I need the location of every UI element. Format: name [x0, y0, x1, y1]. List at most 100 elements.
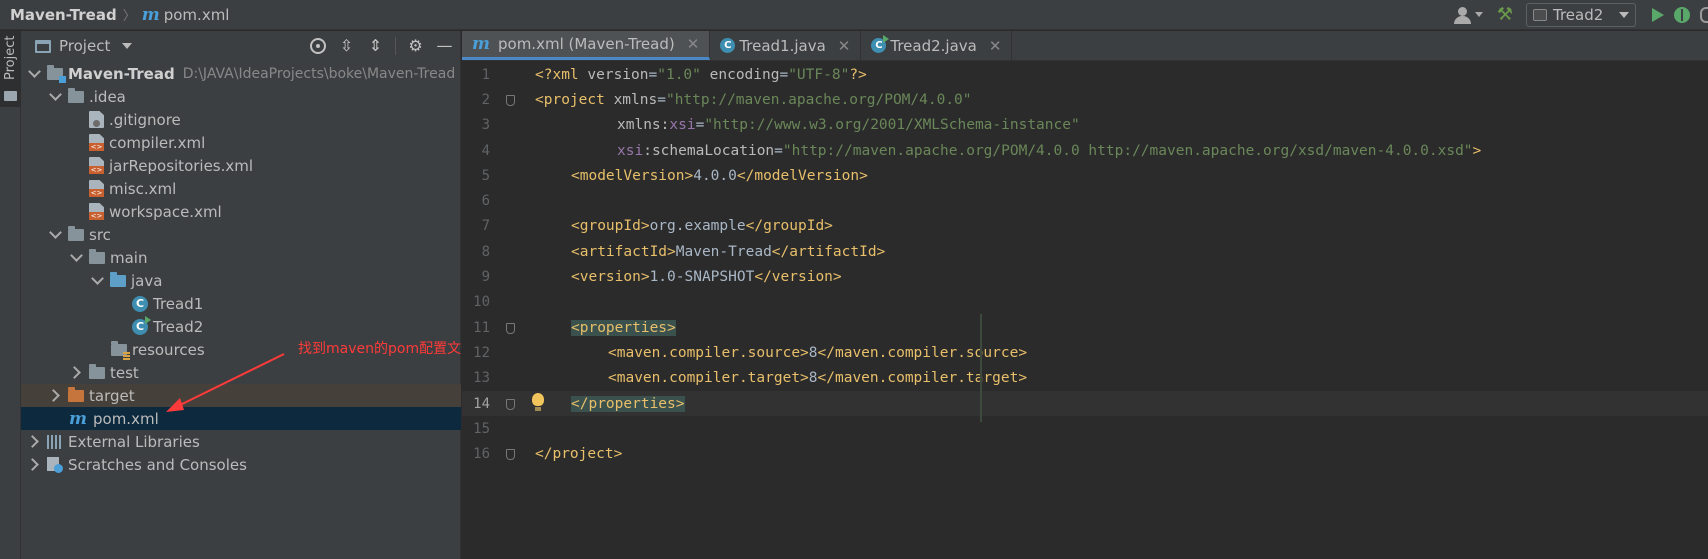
debug-icon[interactable]	[1674, 7, 1690, 23]
locate-file-icon[interactable]	[308, 36, 327, 55]
project-view-title[interactable]: Project	[59, 37, 110, 55]
project-tool-window-label[interactable]: Project	[3, 36, 18, 80]
line-number: 6	[481, 193, 490, 210]
fold-icon[interactable]	[506, 95, 515, 107]
run-icon[interactable]	[1652, 8, 1664, 22]
annotation-text: 找到maven的pom配置文件	[298, 341, 476, 357]
equals: =	[648, 66, 658, 83]
source-folder-icon	[110, 271, 126, 287]
attr-name: xmlns	[613, 91, 658, 108]
attr-value: "UTF-8"	[788, 66, 850, 83]
close-icon[interactable]: ✕	[838, 37, 851, 55]
tree-item-compiler-xml[interactable]: compiler.xml	[21, 131, 461, 154]
colon: :	[660, 117, 670, 134]
expand-all-icon[interactable]: ⇳	[337, 36, 356, 55]
code-line-current[interactable]: 14 </properties>	[462, 390, 1708, 417]
chevron-right-icon[interactable]	[48, 389, 62, 403]
tree-item-workspace-xml[interactable]: workspace.xml	[21, 200, 461, 223]
line-number: 2	[481, 91, 490, 108]
gutter	[490, 441, 535, 466]
chevron-right-icon[interactable]	[27, 435, 41, 449]
code-line[interactable]: 13 <maven.compiler.target> 8 </maven.compi…	[462, 366, 1708, 391]
tag: </artifactId>	[771, 243, 886, 260]
code-line[interactable]: 4 xsi: schemaLocation = "http://maven.apach…	[462, 138, 1708, 163]
fold-icon[interactable]	[506, 398, 515, 410]
gutter	[490, 290, 535, 315]
gutter	[490, 87, 535, 112]
fold-icon[interactable]	[506, 449, 515, 461]
user-icon[interactable]	[1454, 5, 1484, 25]
code-line[interactable]: 9 <version> 1.0-SNAPSHOT </version>	[462, 264, 1708, 289]
close-icon[interactable]: ✕	[687, 35, 700, 53]
tag: </groupId>	[745, 218, 833, 235]
lightbulb-icon[interactable]	[532, 392, 544, 411]
tag-text: 4.0.0	[693, 167, 737, 184]
tree-item-tread2[interactable]: C Tread2	[21, 315, 461, 338]
gutter	[490, 188, 535, 213]
tree-item-external-libraries[interactable]: External Libraries	[21, 430, 461, 453]
tree-item-tread1[interactable]: C Tread1	[21, 292, 461, 315]
collapse-all-icon[interactable]: ⇕	[366, 36, 385, 55]
gear-icon[interactable]: ⚙	[406, 36, 425, 55]
equals: =	[779, 66, 789, 83]
gutter	[490, 113, 535, 138]
java-class-icon: C	[720, 38, 736, 53]
chevron-down-icon[interactable]	[90, 274, 104, 288]
tree-item-java[interactable]: java	[21, 269, 461, 292]
chevron-right-icon[interactable]	[69, 366, 83, 380]
tree-item-project-root[interactable]: Maven-Tread D:\JAVA\IdeaProjects\boke\Ma…	[21, 62, 461, 85]
code-line[interactable]: 6	[462, 188, 1708, 213]
chevron-down-icon	[1475, 12, 1483, 17]
fold-icon[interactable]	[506, 322, 515, 334]
build-hammer-icon[interactable]: ⚒	[1494, 4, 1516, 26]
gutter	[490, 315, 535, 340]
tree-item-label: Tread1	[153, 294, 204, 313]
chevron-down-icon[interactable]	[69, 251, 83, 265]
code-line[interactable]: 11 <properties>	[462, 315, 1708, 340]
tag: </modelVersion>	[736, 167, 868, 184]
code-line[interactable]: 12 <maven.compiler.source> 8 </maven.compi…	[462, 340, 1708, 365]
chevron-down-icon[interactable]	[48, 90, 62, 104]
code-line[interactable]: 16 </project>	[462, 441, 1708, 466]
tree-item-label: java	[131, 271, 163, 290]
tree-item-label: workspace.xml	[109, 202, 222, 221]
breadcrumb-project[interactable]: Maven-Tread	[10, 6, 117, 24]
close-icon[interactable]: ✕	[989, 37, 1002, 55]
code-line[interactable]: 15	[462, 416, 1708, 441]
xml-file-icon	[89, 180, 104, 197]
run-configuration-select[interactable]: Tread2	[1526, 3, 1636, 27]
tree-item-label: .idea	[89, 87, 126, 106]
chevron-down-icon[interactable]	[27, 67, 41, 81]
line-number: 8	[481, 243, 490, 260]
code-line[interactable]: 2 <project xmlns = "http://maven.apache.or…	[462, 87, 1708, 112]
tree-item-misc-xml[interactable]: misc.xml	[21, 177, 461, 200]
coverage-icon[interactable]	[1700, 7, 1708, 23]
hide-icon[interactable]: —	[435, 36, 454, 55]
code-editor[interactable]: 1 <?xml version = "1.0" encoding = "UTF-8" ?>…	[462, 62, 1708, 467]
chevron-right-icon[interactable]	[27, 458, 41, 472]
folder-icon	[4, 91, 17, 101]
tab-tread2-java[interactable]: C Tread2.java ✕	[861, 31, 1013, 60]
tree-item-src[interactable]: src	[21, 223, 461, 246]
runnable-class-icon: C	[871, 35, 890, 53]
code-line[interactable]: 1 <?xml version = "1.0" encoding = "UTF-8" ?>	[462, 62, 1708, 87]
matched-tag: <properties>	[571, 319, 676, 336]
code-line[interactable]: 7 <groupId> org.example </groupId>	[462, 214, 1708, 239]
tree-item-idea[interactable]: .idea	[21, 85, 461, 108]
chevron-down-icon[interactable]	[48, 228, 62, 242]
tree-item-scratches[interactable]: Scratches and Consoles	[21, 453, 461, 476]
tree-item-main[interactable]: main	[21, 246, 461, 269]
tab-pom-xml[interactable]: m pom.xml (Maven-Tread) ✕	[462, 31, 711, 60]
editor-area: m pom.xml (Maven-Tread) ✕ C Tread1.java …	[462, 31, 1708, 559]
breadcrumb-file[interactable]: pom.xml	[164, 6, 230, 24]
code-line[interactable]: 5 <modelVersion> 4.0.0 </modelVersion>	[462, 163, 1708, 188]
tree-item-gitignore[interactable]: .gitignore	[21, 108, 461, 131]
chevron-down-icon[interactable]	[122, 43, 133, 49]
attr-value: "http://maven.apache.org/POM/4.0.0 http:…	[782, 142, 1473, 159]
tab-tread1-java[interactable]: C Tread1.java ✕	[710, 31, 862, 60]
code-line[interactable]: 10	[462, 290, 1708, 315]
code-line[interactable]: 8 <artifactId> Maven-Tread </artifactId>	[462, 239, 1708, 264]
project-panel-header: Project ⇳ ⇕ ⚙ —	[21, 31, 460, 61]
code-line[interactable]: 3 xmlns: xsi = "http://www.w3.org/2001/XMLS…	[462, 113, 1708, 138]
tree-item-jarrepositories-xml[interactable]: jarRepositories.xml	[21, 154, 461, 177]
